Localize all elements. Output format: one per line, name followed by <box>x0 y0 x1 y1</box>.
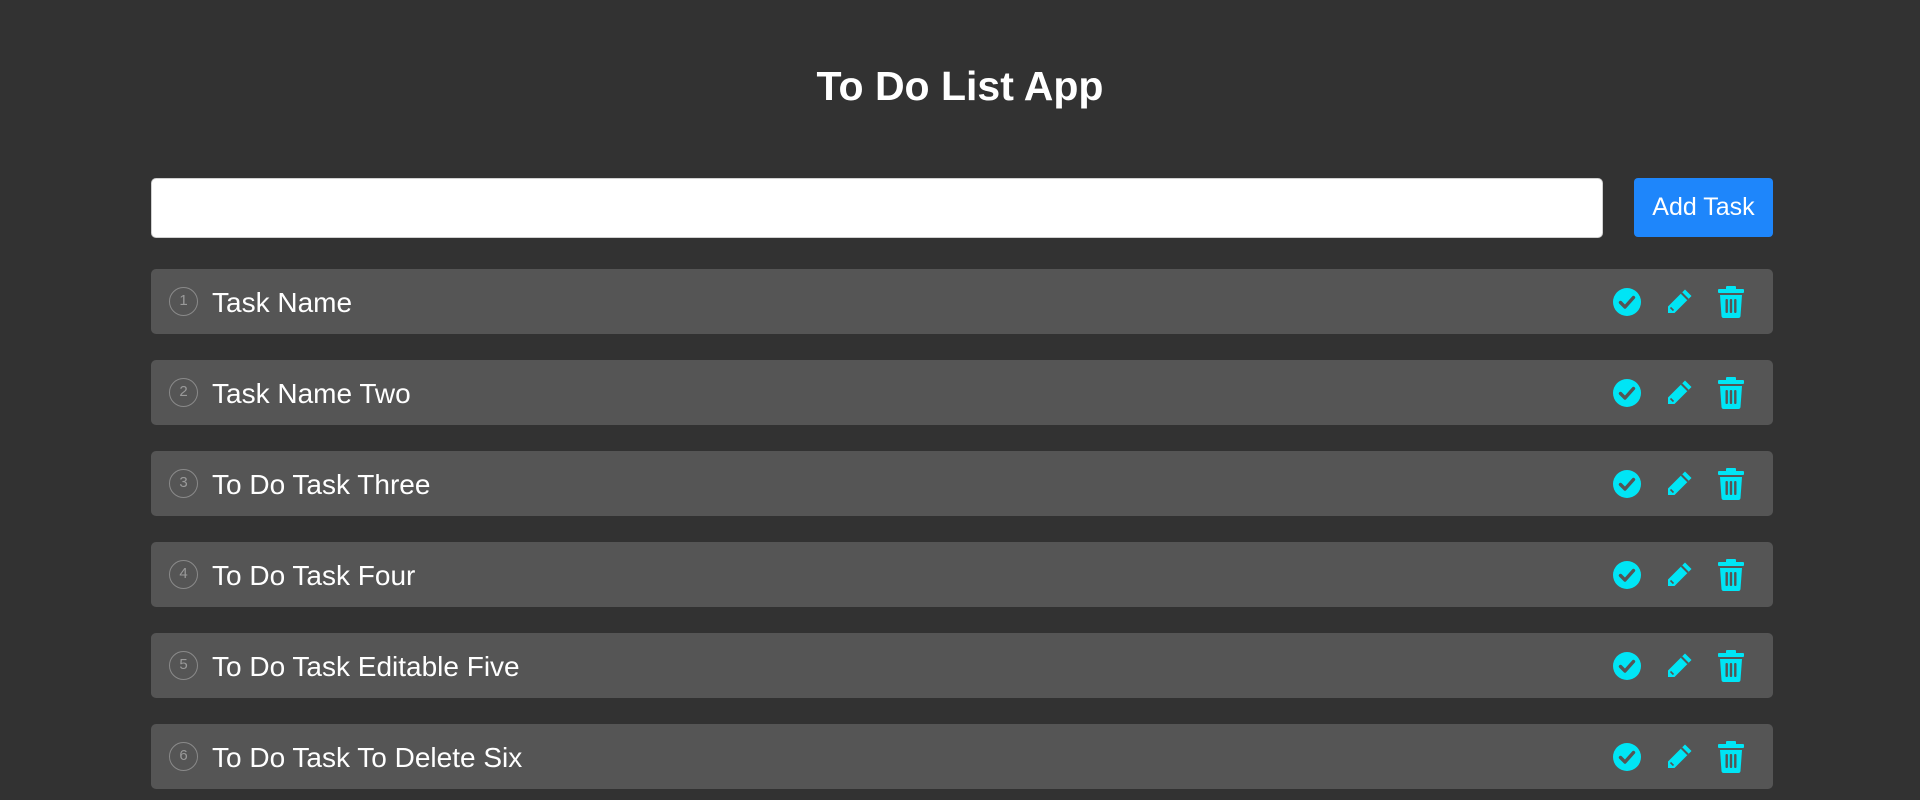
task-actions <box>1593 269 1749 334</box>
task-actions <box>1593 724 1749 789</box>
trash-icon[interactable] <box>1713 466 1749 502</box>
trash-icon[interactable] <box>1713 739 1749 775</box>
task-number: 1 <box>169 287 198 316</box>
task-text: To Do Task Four <box>212 560 416 591</box>
task-text: Task Name <box>212 287 353 318</box>
task-list: 1 Task Name 2 Task Name Two 3 To Do Task… <box>151 269 1773 800</box>
pencil-icon[interactable] <box>1661 557 1697 593</box>
check-circle-icon[interactable] <box>1609 375 1645 411</box>
check-circle-icon[interactable] <box>1609 466 1645 502</box>
task-item: 1 Task Name <box>151 269 1773 334</box>
task-number: 6 <box>169 742 198 771</box>
check-circle-icon[interactable] <box>1609 284 1645 320</box>
task-number: 2 <box>169 378 198 407</box>
task-input[interactable] <box>151 178 1603 238</box>
todo-app: To Do List App Add Task 1 Task Name 2 Ta… <box>0 0 1920 800</box>
task-item: 2 Task Name Two <box>151 360 1773 425</box>
trash-icon[interactable] <box>1713 284 1749 320</box>
task-item: 3 To Do Task Three <box>151 451 1773 516</box>
task-number: 4 <box>169 560 198 589</box>
check-circle-icon[interactable] <box>1609 739 1645 775</box>
trash-icon[interactable] <box>1713 557 1749 593</box>
task-item: 4 To Do Task Four <box>151 542 1773 607</box>
page-title: To Do List App <box>816 63 1104 109</box>
task-actions <box>1593 451 1749 516</box>
pencil-icon[interactable] <box>1661 466 1697 502</box>
pencil-icon[interactable] <box>1661 284 1697 320</box>
pencil-icon[interactable] <box>1661 648 1697 684</box>
task-number: 5 <box>169 651 198 680</box>
task-item: 5 To Do Task Editable Five <box>151 633 1773 698</box>
task-text: To Do Task To Delete Six <box>212 742 523 773</box>
task-actions <box>1593 633 1749 698</box>
pencil-icon[interactable] <box>1661 375 1697 411</box>
check-circle-icon[interactable] <box>1609 648 1645 684</box>
task-text: Task Name Two <box>212 378 411 409</box>
pencil-icon[interactable] <box>1661 739 1697 775</box>
task-text: To Do Task Editable Five <box>212 651 520 682</box>
add-task-button[interactable]: Add Task <box>1634 178 1773 237</box>
trash-icon[interactable] <box>1713 648 1749 684</box>
task-item: 6 To Do Task To Delete Six <box>151 724 1773 789</box>
trash-icon[interactable] <box>1713 375 1749 411</box>
add-task-form: Add Task <box>151 178 1773 238</box>
task-text: To Do Task Three <box>212 469 431 500</box>
task-actions <box>1593 542 1749 607</box>
check-circle-icon[interactable] <box>1609 557 1645 593</box>
task-actions <box>1593 360 1749 425</box>
task-number: 3 <box>169 469 198 498</box>
